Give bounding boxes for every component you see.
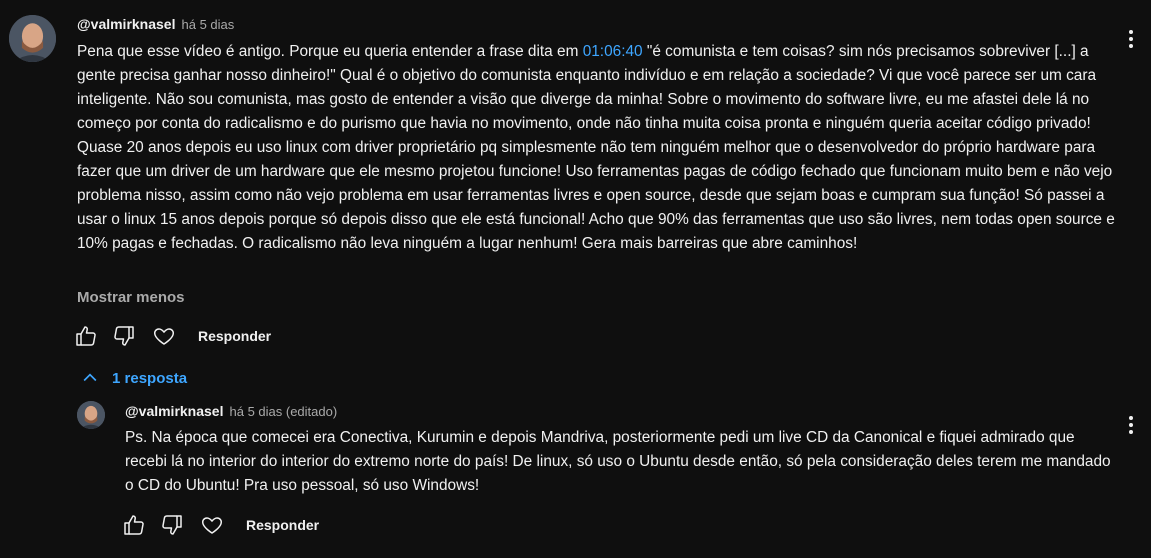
dislike-icon[interactable] bbox=[112, 324, 136, 348]
comment-actions: Responder bbox=[74, 324, 271, 348]
comment-text-part2: "é comunista e tem coisas? sim nós preci… bbox=[77, 43, 1115, 252]
reply-button[interactable]: Responder bbox=[198, 328, 271, 344]
comment-text: Pena que esse vídeo é antigo. Porque eu … bbox=[77, 40, 1117, 256]
comment-author[interactable]: @valmirknasel bbox=[77, 16, 176, 32]
avatar[interactable] bbox=[9, 15, 56, 62]
reply-button[interactable]: Responder bbox=[246, 517, 319, 533]
dislike-icon[interactable] bbox=[160, 513, 184, 537]
reply-time[interactable]: há 5 dias (editado) bbox=[230, 404, 338, 419]
reply-author[interactable]: @valmirknasel bbox=[125, 403, 224, 419]
replies-toggle[interactable]: 1 resposta bbox=[80, 368, 187, 388]
heart-icon[interactable] bbox=[152, 324, 176, 348]
reply-text: Ps. Na época que comecei era Conectiva, … bbox=[125, 429, 1111, 494]
replies-count: 1 resposta bbox=[112, 369, 188, 387]
show-less-button[interactable]: Mostrar menos bbox=[77, 289, 185, 306]
reply-header: @valmirknasel há 5 dias (editado) bbox=[125, 402, 337, 421]
reply-kebab-menu-icon[interactable] bbox=[1119, 413, 1143, 437]
reply-avatar[interactable] bbox=[77, 401, 105, 429]
comment-header: @valmirknasel há 5 dias bbox=[77, 15, 234, 34]
heart-icon[interactable] bbox=[200, 513, 224, 537]
like-icon[interactable] bbox=[122, 513, 146, 537]
reply-actions: Responder bbox=[122, 513, 319, 537]
like-icon[interactable] bbox=[74, 324, 98, 348]
comment-time[interactable]: há 5 dias bbox=[182, 17, 235, 32]
kebab-menu-icon[interactable] bbox=[1119, 27, 1143, 51]
comment-text-part1: Pena que esse vídeo é antigo. Porque eu … bbox=[77, 43, 583, 60]
chevron-up-icon bbox=[80, 368, 100, 388]
timestamp-link[interactable]: 01:06:40 bbox=[583, 43, 643, 60]
